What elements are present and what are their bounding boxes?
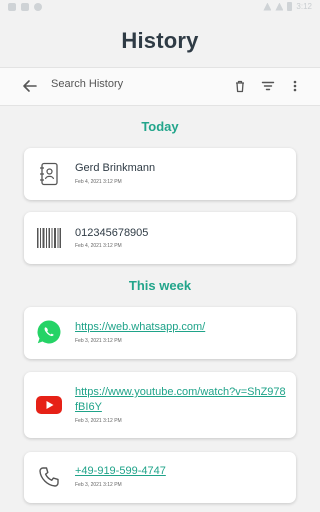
section-header-this-week: This week [128, 278, 192, 293]
search-input[interactable] [51, 78, 221, 90]
history-item-link[interactable]: +49-919-599-4747 [75, 464, 286, 479]
more-options-button[interactable] [286, 77, 304, 95]
notification-icon [21, 3, 29, 11]
trash-icon [236, 80, 244, 93]
battery-icon [287, 2, 293, 11]
more-vertical-icon [293, 80, 297, 92]
history-item[interactable]: +49-919-599-4747 Feb 3, 2021 3:12 PM [24, 452, 296, 503]
history-item-date: Feb 3, 2021 3:12 PM [75, 338, 122, 344]
history-item[interactable]: Gerd Brinkmann Feb 4, 2021 3:12 PM [24, 148, 296, 200]
filter-button[interactable] [259, 77, 277, 95]
section-header-today: Today [141, 119, 179, 134]
history-item[interactable]: 012345678905 Feb 4, 2021 3:12 PM [24, 212, 296, 264]
history-item-date: Feb 4, 2021 3:12 PM [75, 243, 122, 249]
history-item[interactable]: https://www.youtube.com/watch?v=ShZ978fB… [24, 372, 296, 438]
delete-button[interactable] [231, 77, 249, 95]
contact-icon [36, 161, 62, 187]
barcode-icon [36, 225, 62, 251]
back-button[interactable] [20, 76, 40, 96]
wifi-icon [263, 2, 272, 11]
history-item-link[interactable]: https://www.youtube.com/watch?v=ShZ978fB… [75, 385, 286, 415]
notification-icon [8, 3, 16, 11]
history-item-text: Gerd Brinkmann [75, 162, 156, 174]
filter-icon [261, 81, 275, 91]
page-title: History [121, 28, 199, 53]
notification-icon [34, 3, 42, 11]
history-item-date: Feb 3, 2021 3:12 PM [75, 482, 122, 488]
status-time: 3:12 [296, 2, 312, 11]
youtube-icon [36, 392, 62, 418]
history-item[interactable]: https://web.whatsapp.com/ Feb 3, 2021 3:… [24, 307, 296, 359]
search-toolbar [0, 67, 320, 106]
whatsapp-icon [36, 319, 62, 345]
history-item-date: Feb 4, 2021 3:12 PM [75, 179, 122, 185]
history-item-text: 012345678905 [75, 227, 149, 239]
history-item-date: Feb 3, 2021 3:12 PM [75, 418, 122, 424]
back-arrow-icon [23, 80, 37, 92]
phone-icon [36, 464, 62, 490]
signal-icon [275, 2, 284, 11]
status-bar: 3:12 [0, 0, 320, 16]
history-item-link[interactable]: https://web.whatsapp.com/ [75, 320, 286, 335]
